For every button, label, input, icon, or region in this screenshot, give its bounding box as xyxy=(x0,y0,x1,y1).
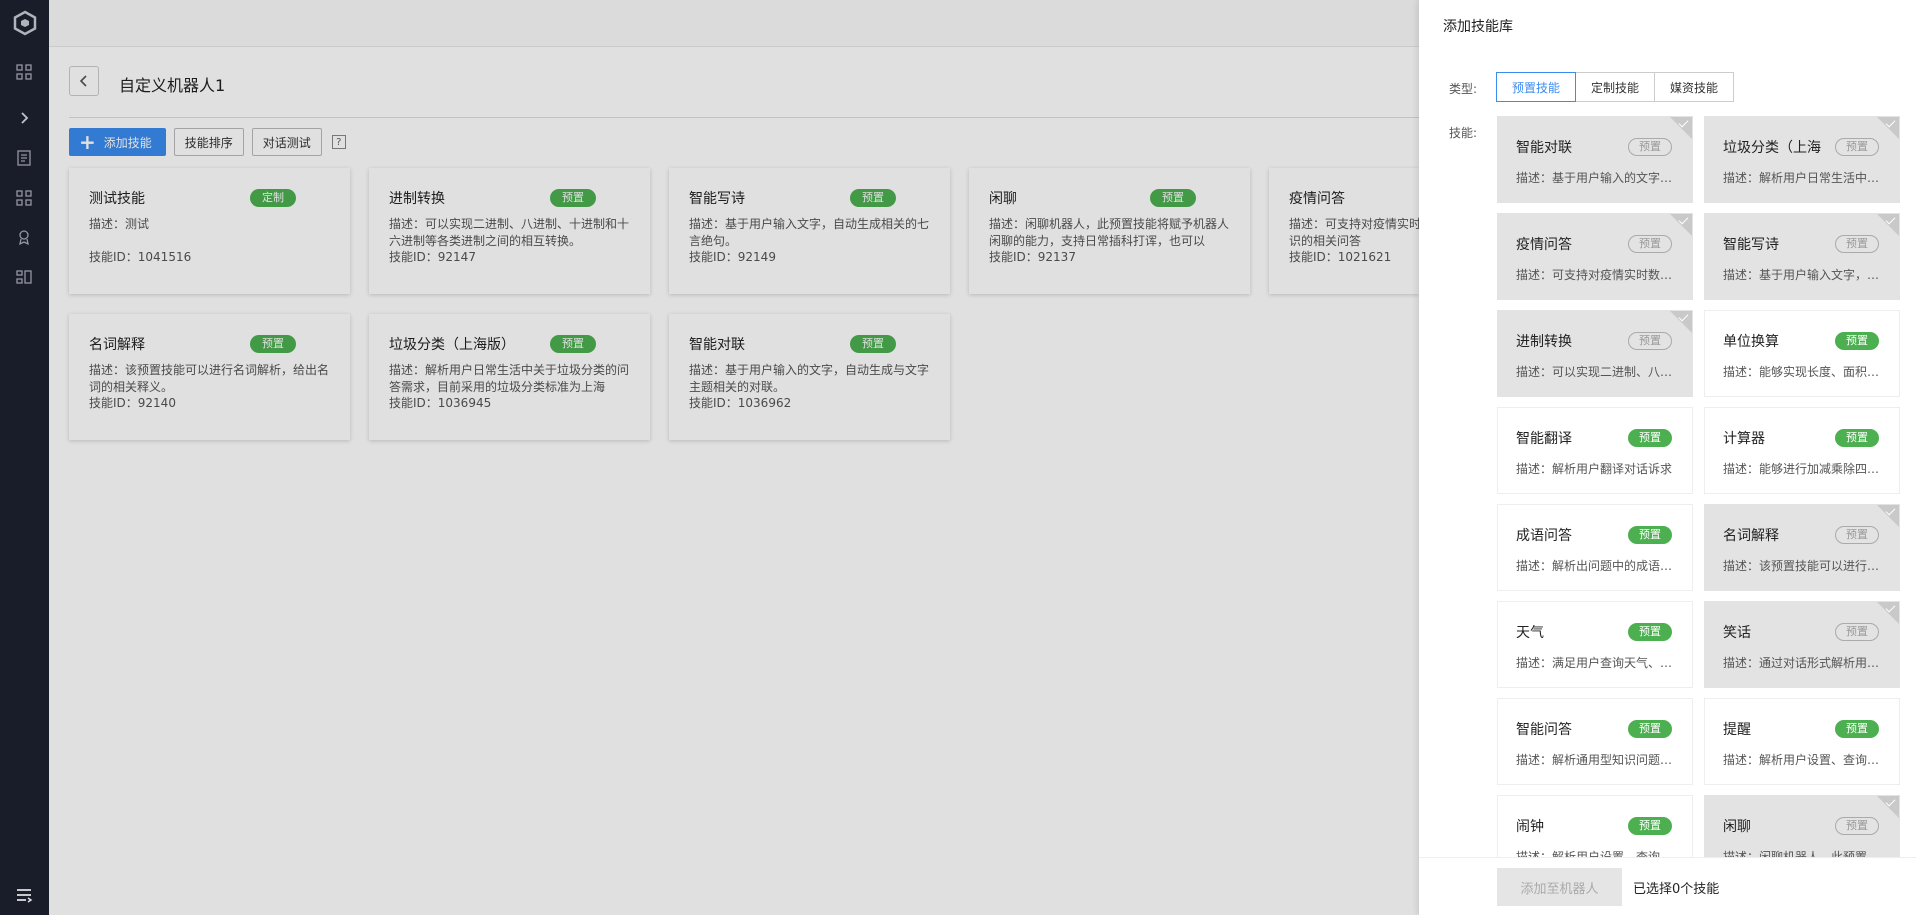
selected-check-icon xyxy=(1877,796,1899,818)
drawer-title: 添加技能库 xyxy=(1443,19,1513,35)
skill-option-tag: 预置 xyxy=(1628,623,1672,641)
skill-option-desc: 描述：可以实现二进制、八进制 xyxy=(1516,365,1674,379)
skill-option-tag: 预置 xyxy=(1835,817,1879,835)
skill-option-desc: 描述：能够进行加减乘除四则运算 xyxy=(1723,462,1881,476)
modal-overlay[interactable] xyxy=(0,0,1419,915)
skill-label: 技能: xyxy=(1449,126,1478,140)
skill-option-desc: 描述：通过对话形式解析用户需求 xyxy=(1723,656,1881,670)
skill-option-tag: 预置 xyxy=(1835,720,1879,738)
skill-option-tag: 预置 xyxy=(1835,138,1879,156)
selected-count: 已选择0个技能 xyxy=(1633,882,1720,897)
skill-option[interactable]: 单位换算预置描述：能够实现长度、面积、体积 xyxy=(1704,310,1900,397)
skill-option[interactable]: 智能翻译 预置 描述：解析用户翻译对话诉求 xyxy=(1497,407,1693,494)
skill-option-desc: 描述：该预置技能可以进行名词解析 xyxy=(1723,559,1881,573)
tab-preset-skills[interactable]: 预置技能 xyxy=(1496,72,1577,102)
skill-option-desc: 描述：解析用户设置、查询提醒 xyxy=(1723,753,1881,767)
selected-check-icon xyxy=(1670,214,1692,236)
skill-option-tag: 预置 xyxy=(1628,235,1672,253)
skill-option-tag: 预置 xyxy=(1628,138,1672,156)
add-skill-drawer: 添加技能库 类型: 预置技能 定制技能 媒资技能 技能: 智能对联 预置 描述：基于… xyxy=(1419,0,1916,915)
skill-option[interactable]: 垃圾分类（上海 预置 描述：解析用户日常生活中关于 xyxy=(1704,116,1900,203)
skill-option-desc: 描述：可支持对疫情实时数据查询 xyxy=(1516,268,1674,282)
skill-option-tag: 预置 xyxy=(1835,623,1879,641)
skill-option[interactable]: 计算器预置描述：能够进行加减乘除四则运算 xyxy=(1704,407,1900,494)
skill-option[interactable]: 笑话预置描述：通过对话形式解析用户需求 xyxy=(1704,601,1900,688)
skill-option-desc: 描述：满足用户查询天气、温度等 xyxy=(1516,656,1674,670)
skill-option[interactable]: 提醒 预置 描述：解析用户设置、查询提醒 xyxy=(1704,698,1900,785)
skill-option-tag: 预置 xyxy=(1628,526,1672,544)
skill-option[interactable]: 疫情问答预置描述：可支持对疫情实时数据查询 xyxy=(1497,213,1693,300)
skill-option[interactable]: 闲聊 预置 描述：闲聊机器人，此预置 xyxy=(1704,795,1900,858)
drawer-footer: 添加至机器人 已选择0个技能 xyxy=(1419,857,1916,915)
skill-option[interactable]: 成语问答预置描述：解析出问题中的成语并给出 xyxy=(1497,504,1693,591)
add-to-robot-button[interactable]: 添加至机器人 xyxy=(1497,868,1622,906)
skill-option-tag: 预置 xyxy=(1835,526,1879,544)
skill-option-desc: 描述：解析用户日常生活中关于 xyxy=(1723,171,1881,185)
skill-option-desc: 描述：解析通用型知识问题并给出 xyxy=(1516,753,1674,767)
skill-option-tag: 预置 xyxy=(1628,817,1672,835)
selected-check-icon xyxy=(1877,505,1899,527)
skill-option[interactable]: 名词解释预置描述：该预置技能可以进行名词解析 xyxy=(1704,504,1900,591)
skill-option-tag: 预置 xyxy=(1835,332,1879,350)
type-tabs: 预置技能 定制技能 媒资技能 xyxy=(1496,72,1735,102)
selected-check-icon xyxy=(1670,311,1692,333)
skill-list: 智能对联预置描述：基于用户输入的文字自动生成垃圾分类（上海预置描述：解析用户日常… xyxy=(1497,116,1916,858)
skill-option-tag: 预置 xyxy=(1628,720,1672,738)
skill-option-desc: 描述：解析出问题中的成语并给出 xyxy=(1516,559,1674,573)
skill-option[interactable]: 智能问答预置描述：解析通用型知识问题并给出 xyxy=(1497,698,1693,785)
skill-option[interactable]: 进制转换 预置 描述：可以实现二进制、八进制 xyxy=(1497,310,1693,397)
tab-custom-skills[interactable]: 定制技能 xyxy=(1575,72,1656,102)
skill-option[interactable]: 智能对联预置描述：基于用户输入的文字自动生成 xyxy=(1497,116,1693,203)
selected-check-icon xyxy=(1670,117,1692,139)
skill-option-tag: 预置 xyxy=(1835,429,1879,447)
skill-option-tag: 预置 xyxy=(1835,235,1879,253)
skill-option[interactable]: 闹钟 预置 描述：解析用户设置、查询 xyxy=(1497,795,1693,858)
skill-option-desc: 描述：解析用户翻译对话诉求 xyxy=(1516,462,1673,476)
skill-option-desc: 描述：基于用户输入文字，自动生成 xyxy=(1723,268,1881,282)
selected-check-icon xyxy=(1877,117,1899,139)
selected-check-icon xyxy=(1877,214,1899,236)
skill-option[interactable]: 天气预置描述：满足用户查询天气、温度等 xyxy=(1497,601,1693,688)
selected-check-icon xyxy=(1877,602,1899,624)
skill-option[interactable]: 智能写诗预置描述：基于用户输入文字，自动生成 xyxy=(1704,213,1900,300)
tab-media-skills[interactable]: 媒资技能 xyxy=(1654,72,1735,102)
type-label: 类型: xyxy=(1449,82,1478,96)
skill-option-desc: 描述：能够实现长度、面积、体积 xyxy=(1723,365,1881,379)
skill-option-tag: 预置 xyxy=(1628,429,1672,447)
skill-option-desc: 描述：基于用户输入的文字自动生成 xyxy=(1516,171,1674,185)
skill-option-tag: 预置 xyxy=(1628,332,1672,350)
